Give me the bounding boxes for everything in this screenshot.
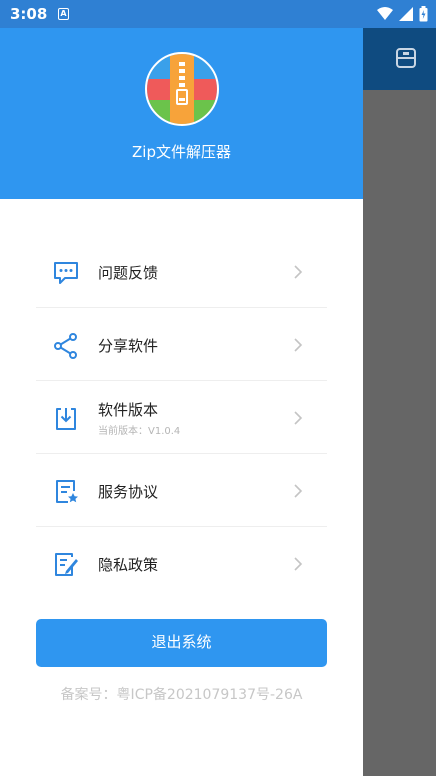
- status-bar: 3:08 A: [0, 0, 436, 28]
- wifi-icon: [377, 7, 393, 20]
- menu-item-privacy-policy[interactable]: 隐私政策: [36, 527, 327, 600]
- chevron-right-icon: [294, 411, 303, 425]
- privacy-policy-icon: [55, 553, 78, 576]
- archive-box-icon: [396, 48, 416, 68]
- share-icon: [54, 333, 77, 359]
- app-logo-icon: [145, 52, 219, 126]
- menu-item-label: 软件版本: [98, 401, 159, 419]
- menu-item-share[interactable]: 分享软件: [36, 308, 327, 381]
- status-icons: [377, 6, 428, 22]
- version-icon: [56, 408, 76, 430]
- drawer-header: Zip文件解压器: [0, 0, 363, 199]
- chevron-right-icon: [294, 338, 303, 352]
- menu-item-version[interactable]: 软件版本 当前版本：V1.0.4: [36, 381, 327, 454]
- feedback-icon: [54, 262, 78, 284]
- chevron-right-icon: [294, 484, 303, 498]
- chevron-right-icon: [294, 557, 303, 571]
- battery-icon: [419, 6, 428, 22]
- menu-list: 问题反馈 分享软件 软件版本 当前版本：V1.0.4 服务协议 隐私政策: [36, 235, 327, 600]
- navigation-drawer: Zip文件解压器 问题反馈 分享软件 软件版本 当前版本：V1.0.4 服务协议…: [0, 0, 363, 776]
- service-agreement-icon: [56, 480, 78, 503]
- app-name: Zip文件解压器: [132, 143, 231, 161]
- signal-icon: [399, 7, 413, 21]
- chevron-right-icon: [294, 265, 303, 279]
- menu-item-label: 分享软件: [98, 337, 159, 355]
- version-sublabel: 当前版本：V1.0.4: [98, 426, 181, 437]
- menu-item-service-agreement[interactable]: 服务协议: [36, 454, 327, 527]
- status-time: 3:08: [10, 5, 48, 23]
- notification-icon: A: [58, 8, 69, 20]
- logout-button[interactable]: 退出系统: [36, 619, 327, 667]
- icp-record-text: 备案号：粤ICP备2021079137号-26A: [60, 687, 303, 703]
- menu-item-feedback[interactable]: 问题反馈: [36, 235, 327, 308]
- menu-item-label: 服务协议: [98, 483, 159, 501]
- menu-item-label: 问题反馈: [98, 264, 159, 282]
- menu-item-label: 隐私政策: [98, 556, 159, 574]
